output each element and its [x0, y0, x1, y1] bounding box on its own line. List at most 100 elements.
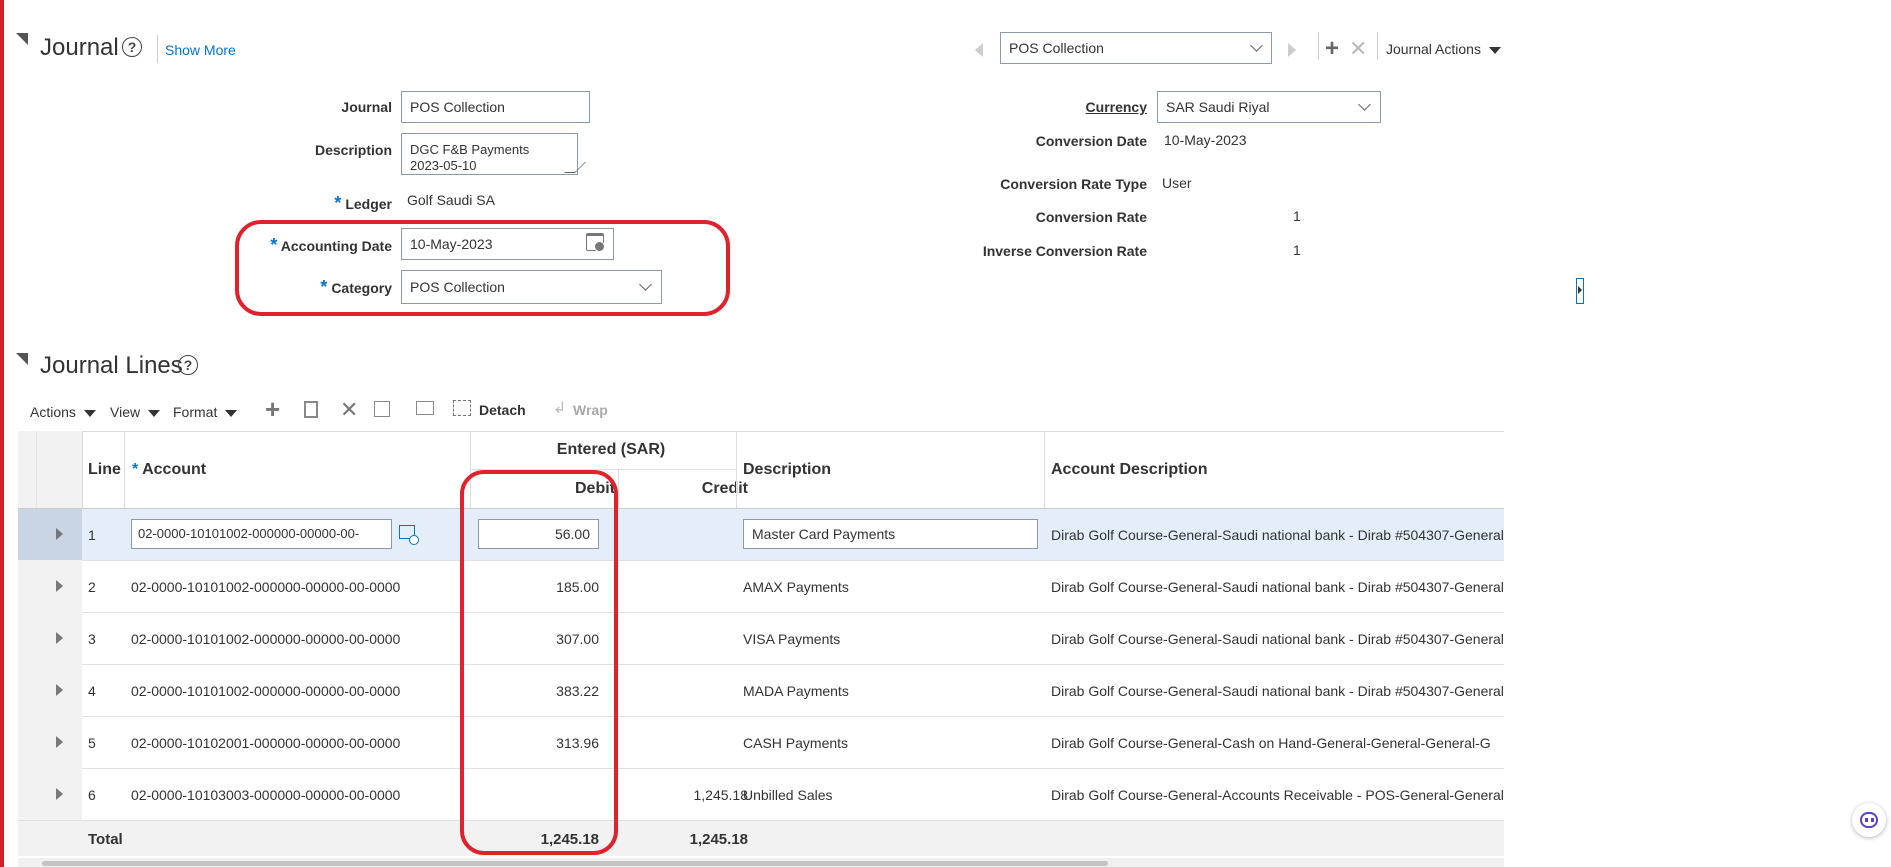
show-more-link[interactable]: Show More	[165, 42, 236, 58]
expand-row-icon[interactable]	[56, 788, 63, 800]
inverse-conversion-rate-label: Inverse Conversion Rate	[982, 243, 1147, 259]
currency-select[interactable]: SAR Saudi Riyal	[1157, 91, 1381, 123]
scrollbar-thumb[interactable]	[42, 861, 1108, 866]
description-input[interactable]: Master Card Payments	[743, 519, 1038, 549]
description-cell: VISA Payments	[743, 631, 841, 647]
column-header-account[interactable]: * Account	[132, 461, 206, 479]
expand-row-icon[interactable]	[56, 632, 63, 644]
format-label: Format	[173, 404, 218, 420]
wrap-icon[interactable]: ↲	[553, 401, 566, 417]
actions-label: Actions	[30, 404, 76, 420]
conversion-rate-value: 1	[1293, 208, 1301, 224]
ledger-value: Golf Saudi SA	[407, 192, 495, 208]
next-icon[interactable]	[1288, 43, 1296, 57]
account-cell: 02-0000-10103003-000000-00000-00-0000	[131, 787, 401, 803]
dropdown-arrow-icon	[83, 410, 96, 417]
expand-row-icon[interactable]	[56, 580, 63, 592]
add-row-icon[interactable]: +	[265, 396, 280, 422]
magnifier-icon	[409, 535, 419, 545]
chat-bot-icon	[1860, 812, 1878, 828]
add-icon[interactable]: +	[1325, 37, 1339, 61]
line-number: 6	[88, 787, 96, 803]
freeze-column-icon[interactable]	[374, 401, 390, 417]
column-header-credit[interactable]: Credit	[618, 480, 748, 498]
splitter-handle[interactable]	[1576, 278, 1584, 304]
column-header-account-label: Account	[142, 461, 207, 478]
expand-row-icon[interactable]	[56, 736, 63, 748]
divider	[1377, 32, 1378, 60]
journal-name-input[interactable]: POS Collection	[401, 91, 590, 123]
header-corner	[36, 431, 83, 508]
actions-menu[interactable]: Actions	[30, 404, 96, 420]
account-description-cell: Dirab Golf Course-General-Saudi national…	[1051, 527, 1504, 543]
description-cell: MADA Payments	[743, 683, 849, 699]
line-number: 4	[88, 683, 96, 699]
collapse-journal-lines-icon[interactable]	[16, 353, 28, 365]
description-textarea[interactable]: DGC F&B Payments 2023-05-10	[401, 133, 578, 175]
divider	[124, 431, 125, 508]
help-icon[interactable]: ?	[178, 355, 198, 375]
journal-name-value: POS Collection	[410, 99, 505, 115]
account-description-cell: Dirab Golf Course-General-Saudi national…	[1051, 631, 1504, 647]
view-label: View	[110, 404, 141, 420]
conversion-date-value: 10-May-2023	[1164, 132, 1247, 148]
delete-row-icon[interactable]: ✕	[340, 398, 358, 422]
account-description-cell: Dirab Golf Course-General-Cash on Hand-G…	[1051, 735, 1491, 751]
horizontal-scrollbar[interactable]	[18, 858, 1504, 867]
account-input[interactable]: 02-0000-10101002-000000-00000-00-0000	[131, 519, 392, 549]
divider	[1044, 431, 1045, 508]
divider	[618, 469, 619, 508]
detach-icon[interactable]	[453, 400, 471, 416]
previous-icon[interactable]	[975, 43, 983, 57]
divider	[157, 35, 158, 63]
inverse-conversion-rate-value: 1	[1293, 242, 1301, 258]
assistant-chat-button[interactable]	[1852, 803, 1886, 837]
divider	[82, 431, 83, 508]
conversion-rate-type-value: User	[1162, 175, 1192, 191]
row-selector-selected[interactable]	[18, 509, 82, 560]
detach-button[interactable]: Detach	[479, 402, 526, 418]
column-header-line[interactable]: Line	[88, 461, 121, 479]
account-description-cell: Dirab Golf Course-General-Saudi national…	[1051, 683, 1504, 699]
duplicate-row-icon[interactable]	[304, 401, 318, 418]
description-line-1: DGC F&B Payments	[410, 142, 530, 157]
divider	[736, 431, 737, 508]
line-number: 5	[88, 735, 96, 751]
account-cell: 02-0000-10101002-000000-00000-00-0000	[131, 683, 401, 699]
delete-icon[interactable]: ✕	[1349, 37, 1367, 61]
ledger-label-row: * Ledger	[200, 193, 392, 214]
column-group-entered: Entered (SAR)	[556, 441, 666, 458]
format-menu[interactable]: Format	[173, 404, 238, 420]
journal-lines-title: Journal Lines	[40, 352, 183, 379]
description-label: Description	[314, 142, 392, 158]
account-description-cell: Dirab Golf Course-General-Accounts Recei…	[1051, 787, 1504, 803]
currency-label[interactable]: Currency	[900, 99, 1147, 115]
total-credit: 1,245.18	[689, 831, 748, 848]
column-header-description[interactable]: Description	[743, 461, 831, 479]
line-number: 3	[88, 631, 96, 647]
total-row	[18, 821, 1504, 856]
credit-cell: 1,245.18	[693, 787, 749, 803]
journal-nav-select[interactable]: POS Collection	[1000, 32, 1272, 64]
journal-label: Journal	[341, 99, 392, 115]
chat-bot-eye	[1871, 818, 1874, 822]
left-accent-bar	[0, 0, 4, 867]
journal-section-title: Journal	[40, 34, 119, 61]
description-input-value: Master Card Payments	[752, 526, 896, 542]
collapse-journal-icon[interactable]	[16, 33, 28, 45]
dropdown-arrow-icon	[147, 410, 160, 417]
account-cell: 02-0000-10101002-000000-00000-00-0000	[131, 631, 401, 647]
help-icon[interactable]: ?	[122, 37, 142, 57]
expand-row-icon[interactable]	[56, 684, 63, 696]
account-input-value: 02-0000-10101002-000000-00000-00-0000	[138, 526, 360, 541]
description-cell: CASH Payments	[743, 735, 849, 751]
highlight-annotation-date-category	[235, 220, 730, 316]
journal-actions-label: Journal Actions	[1386, 41, 1481, 57]
view-menu[interactable]: View	[110, 404, 160, 420]
query-by-example-icon[interactable]	[416, 401, 434, 415]
journal-actions-menu[interactable]: Journal Actions	[1386, 41, 1501, 57]
expand-row-icon[interactable]	[56, 528, 63, 540]
column-header-account-description[interactable]: Account Description	[1051, 461, 1207, 479]
wrap-button[interactable]: Wrap	[573, 402, 608, 418]
total-label: Total	[88, 831, 123, 848]
